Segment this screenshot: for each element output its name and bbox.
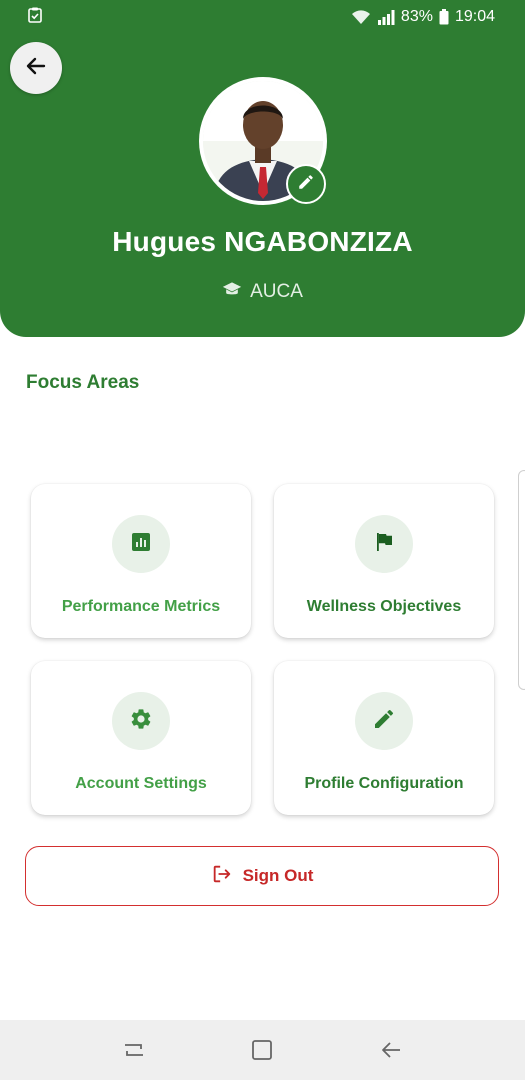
status-bar: 83% 19:04 [0,0,525,34]
card-label: Performance Metrics [61,598,221,615]
back-button[interactable] [10,42,62,94]
signal-icon [377,9,395,25]
gear-icon [129,707,153,736]
card-label: Wellness Objectives [306,598,462,615]
user-name: Hugues NGABONZIZA [112,226,413,257]
battery-percent: 83% [400,8,433,25]
edit-avatar-button[interactable] [286,164,326,204]
card-performance-metrics[interactable]: Performance Metrics [31,484,251,638]
card-account-settings[interactable]: Account Settings [31,661,251,815]
card-icon-circle [112,692,170,750]
card-profile-configuration[interactable]: Profile Configuration [274,661,494,815]
arrow-left-icon [24,54,48,83]
card-label: Account Settings [75,775,207,792]
home-icon[interactable] [242,1030,282,1070]
pencil-icon [372,707,396,736]
institution-label: AUCA [250,281,303,302]
pencil-icon [297,173,315,196]
recent-apps-icon[interactable] [114,1030,154,1070]
flag-icon [372,530,396,559]
status-time: 19:04 [454,8,495,25]
institution: AUCA [0,280,525,304]
card-wellness-objectives[interactable]: Wellness Objectives [274,484,494,638]
bar-chart-icon [129,530,153,559]
graduation-cap-icon [222,280,242,304]
sign-out-button[interactable]: Sign Out [25,846,499,906]
card-icon-circle [355,515,413,573]
sign-out-label: Sign Out [242,866,314,885]
card-icon-circle [355,692,413,750]
system-nav-bar [0,1020,525,1080]
clipboard-check-icon [28,7,42,28]
logout-icon [211,863,233,890]
battery-icon [439,9,449,25]
wifi-icon [351,9,371,25]
card-icon-circle [112,515,170,573]
card-label: Profile Configuration [304,775,464,792]
edge-panel-handle[interactable] [518,470,525,690]
section-title: Focus Areas [26,372,140,393]
back-icon[interactable] [371,1030,411,1070]
